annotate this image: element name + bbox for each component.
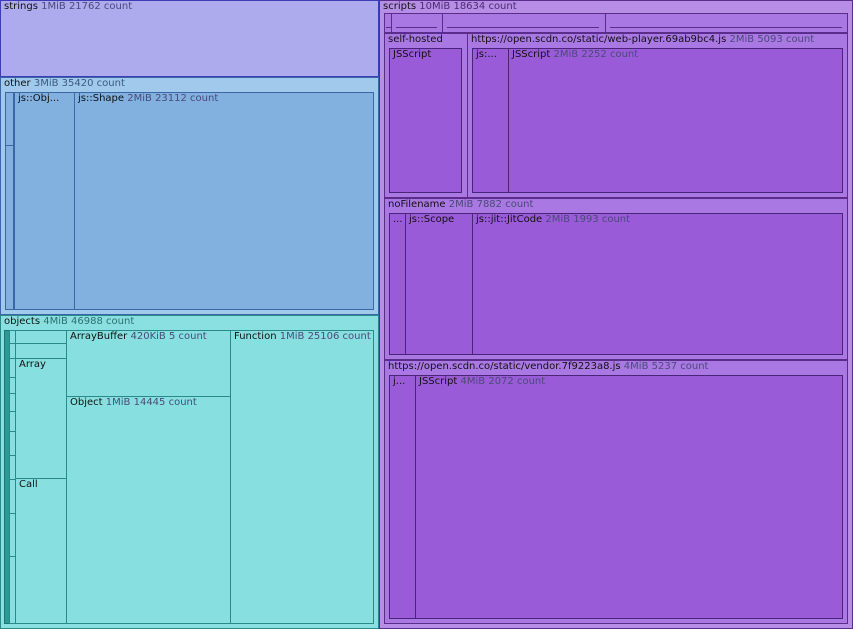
treemap-node-web-player-js[interactable]: js:... bbox=[472, 48, 509, 193]
treemap-node-self-hosted-jsscript[interactable]: JSScript bbox=[389, 48, 462, 193]
node-label: Array bbox=[19, 359, 46, 370]
treemap-node-scripts-tiny-2[interactable] bbox=[391, 13, 443, 33]
divider bbox=[386, 27, 391, 28]
node-label: https://open.scdn.co/static/web-player.6… bbox=[471, 34, 815, 45]
treemap-node-nofilename-dots[interactable]: ... bbox=[389, 213, 406, 355]
divider bbox=[447, 27, 599, 28]
node-label: js:... bbox=[476, 49, 497, 60]
node-label: js::Shape 2MiB 23112 count bbox=[78, 93, 219, 104]
treemap-node-scripts-tiny-4[interactable] bbox=[605, 13, 848, 33]
treemap-node-scripts-tiny-3[interactable] bbox=[442, 13, 606, 33]
treemap-node-function[interactable]: Function 1MiB 25106 count bbox=[230, 330, 374, 624]
node-label: ArrayBuffer 420KiB 5 count bbox=[70, 331, 207, 342]
node-label: j... bbox=[393, 376, 406, 387]
treemap-node-vendor-jsscript[interactable]: JSScript 4MiB 2072 count bbox=[415, 375, 843, 619]
treemap-node-vendor-j[interactable]: j... bbox=[389, 375, 416, 619]
treemap-node-arraybuffer[interactable]: ArrayBuffer 420KiB 5 count bbox=[66, 330, 231, 397]
treemap-node-call[interactable]: Call bbox=[15, 478, 67, 624]
treemap-node-other-tiny-2[interactable] bbox=[5, 145, 14, 310]
node-label: other 3MiB 35420 count bbox=[4, 78, 125, 89]
node-label: JSScript 4MiB 2072 count bbox=[419, 376, 546, 387]
treemap-node-array[interactable]: Array bbox=[15, 358, 67, 479]
treemap-node-objects-small-1[interactable] bbox=[15, 330, 67, 344]
divider bbox=[396, 27, 437, 28]
node-label: scripts 10MiB 18634 count bbox=[383, 1, 517, 12]
treemap-node-objects-small-2[interactable] bbox=[15, 343, 67, 359]
treemap-node-jitcode[interactable]: js::jit::JitCode 2MiB 1993 count bbox=[472, 213, 843, 355]
treemap-node-strings[interactable]: strings 1MiB 21762 count bbox=[0, 0, 379, 77]
node-label: strings 1MiB 21762 count bbox=[4, 1, 133, 12]
node-label: js::jit::JitCode 2MiB 1993 count bbox=[476, 214, 631, 225]
divider bbox=[610, 27, 842, 28]
node-label: Call bbox=[19, 479, 38, 490]
node-label: JSScript 2MiB 2252 count bbox=[512, 49, 639, 60]
node-label: objects 4MiB 46988 count bbox=[4, 316, 135, 327]
node-label: ... bbox=[393, 214, 403, 225]
node-label: noFilename 2MiB 7882 count bbox=[388, 199, 534, 210]
node-label: JSScript bbox=[393, 49, 432, 60]
node-label: js::Obj... bbox=[18, 93, 60, 104]
treemap-node-other-tiny-1[interactable] bbox=[5, 92, 14, 146]
treemap-node-js-scope[interactable]: js::Scope bbox=[405, 213, 473, 355]
node-label: Function 1MiB 25106 count bbox=[234, 331, 371, 342]
treemap-node-web-player-jsscript[interactable]: JSScript 2MiB 2252 count bbox=[508, 48, 843, 193]
treemap-node-js-obj[interactable]: js::Obj... bbox=[14, 92, 75, 310]
node-label: Object 1MiB 14445 count bbox=[70, 397, 197, 408]
treemap-node-js-shape[interactable]: js::Shape 2MiB 23112 count bbox=[74, 92, 374, 310]
node-label: self-hosted bbox=[388, 34, 443, 45]
node-label: js::Scope bbox=[409, 214, 455, 225]
treemap-node-object[interactable]: Object 1MiB 14445 count bbox=[66, 396, 231, 624]
node-label: https://open.scdn.co/static/vendor.7f922… bbox=[388, 361, 709, 372]
